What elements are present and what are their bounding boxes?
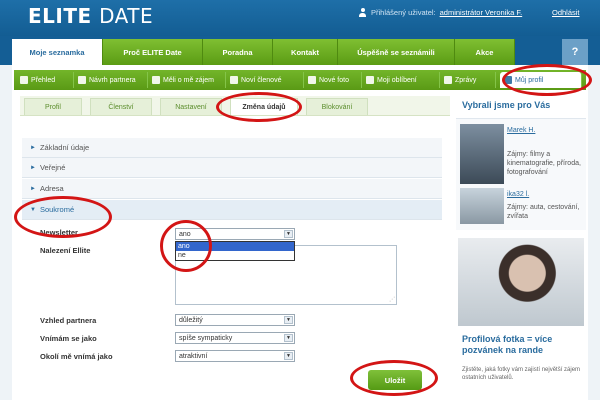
subnav-meli-o-me-zajem[interactable]: Měli o mě zájem (148, 72, 226, 88)
person-interests: Zájmy: filmy a kinematografie, příroda, … (507, 151, 581, 176)
subnav-prehled[interactable]: Přehled (16, 72, 74, 88)
main-tab-proc-elite-date[interactable]: Proč ELITE Date (103, 39, 203, 65)
subnav-nove-foto[interactable]: Nové foto (304, 72, 362, 88)
subnav-novi-clenove[interactable]: Noví členové (226, 72, 304, 88)
chevron-right-icon: ► (30, 144, 36, 151)
person-name-link[interactable]: ika32 l. (507, 191, 529, 198)
partner-icon (78, 76, 86, 84)
logo-light-text: DATE (99, 4, 154, 28)
messages-icon (444, 76, 452, 84)
vzhled-partnera-value: důležitý (179, 316, 203, 324)
new-members-icon (230, 76, 238, 84)
main-tab-kontakt[interactable]: Kontakt (273, 39, 338, 65)
subnav-label: Měli o mě zájem (163, 76, 214, 84)
chevron-down-icon[interactable]: ▼ (284, 230, 293, 238)
tab-clenstvi[interactable]: Členství (90, 98, 152, 115)
person-photo[interactable] (460, 188, 504, 224)
annotation-ring (160, 220, 212, 272)
vnimam-se-jako-select[interactable]: spíše sympaticky ▼ (175, 332, 295, 344)
favorites-icon (366, 76, 374, 84)
main-nav: Moje seznamka Proč ELITE Date Poradna Ko… (0, 36, 600, 65)
logout-link[interactable]: Odhlásit (552, 8, 580, 17)
promo-title[interactable]: Profilová fotka = více pozvánek na rande (462, 334, 582, 356)
subnav-label: Nové foto (319, 76, 349, 84)
vzhled-partnera-select[interactable]: důležitý ▼ (175, 314, 295, 326)
main-tab-moje-seznamka[interactable]: Moje seznamka (12, 39, 103, 65)
tab-profil[interactable]: Profil (24, 98, 82, 115)
logged-user-label: Přihlášený uživatel: (371, 8, 436, 17)
resize-handle-icon[interactable]: ⋰ (389, 296, 395, 303)
photo-icon (308, 76, 316, 84)
okoli-select[interactable]: atraktivní ▼ (175, 350, 295, 362)
annotation-ring (216, 92, 302, 122)
promo-image[interactable] (458, 238, 584, 326)
annotation-ring (502, 64, 592, 96)
user-icon (358, 8, 367, 17)
person-photo[interactable] (460, 124, 504, 184)
main-tab-poradna[interactable]: Poradna (203, 39, 273, 65)
site-header: ELITE DATE Přihlášený uživatel: administ… (0, 0, 600, 36)
section-adresa[interactable]: ► Adresa (22, 179, 442, 199)
section-label: Základní údaje (39, 143, 90, 152)
subnav-navrh-partnera[interactable]: Návrh partnera (74, 72, 148, 88)
person-interests: Zájmy: auta, cestování, zvířata (507, 204, 580, 220)
help-tab[interactable]: ? (562, 39, 588, 65)
logged-user-link[interactable]: administrátor Veronika F. (440, 8, 523, 17)
person-name-link[interactable]: Marek H. (507, 127, 535, 134)
annotation-ring (350, 360, 438, 396)
site-logo[interactable]: ELITE DATE (28, 4, 153, 28)
promo-text: Zjistěte, jaká fotky vám zajistí největš… (462, 367, 581, 381)
logged-user-area: Přihlášený uživatel: administrátor Veron… (358, 8, 522, 17)
chevron-down-icon[interactable]: ▼ (284, 352, 293, 360)
chevron-right-icon: ► (30, 185, 36, 192)
recommended-title: Vybrali jsme pro Vás (462, 100, 551, 110)
subnav-label: Noví členové (241, 76, 282, 84)
okoli-label: Okolí mě vnímá jako (40, 352, 113, 361)
vnimam-se-jako-value: spíše sympaticky (179, 334, 233, 342)
section-verejne[interactable]: ► Veřejné (22, 158, 442, 178)
profile-subnav: Přehled Návrh partnera Měli o mě zájem N… (14, 70, 586, 90)
vzhled-partnera-label: Vzhled partnera (40, 316, 97, 325)
main-tab-akce[interactable]: Akce (455, 39, 515, 65)
chevron-down-icon[interactable]: ▼ (284, 316, 293, 324)
tab-blokovani[interactable]: Blokování (306, 98, 368, 115)
section-label: Adresa (39, 184, 64, 193)
okoli-value: atraktivní (179, 352, 208, 360)
subnav-label: Zprávy (455, 76, 477, 84)
subnav-moji-oblibeni[interactable]: Moji oblíbení (362, 72, 440, 88)
chevron-down-icon[interactable]: ▼ (284, 334, 293, 342)
subnav-label: Návrh partnera (89, 76, 136, 84)
subnav-zpravy[interactable]: Zprávy (440, 72, 496, 88)
chevron-right-icon: ► (30, 164, 36, 171)
logo-bold-text: ELITE (28, 4, 92, 28)
subnav-label: Přehled (31, 76, 56, 84)
tab-nastaveni[interactable]: Nastavení (160, 98, 222, 115)
nalezeni-label: Nalezení Ellite (40, 246, 91, 255)
main-tab-uspesne-se-seznamili[interactable]: Úspěšně se seznámili (338, 39, 455, 65)
overview-icon (20, 76, 28, 84)
section-label: Veřejné (39, 163, 66, 172)
interest-icon (152, 76, 160, 84)
vnimam-se-jako-label: Vnímám se jako (40, 334, 97, 343)
annotation-ring (14, 196, 112, 238)
section-zakladni-udaje[interactable]: ► Základní údaje (22, 138, 442, 158)
subnav-label: Moji oblíbení (377, 76, 417, 84)
